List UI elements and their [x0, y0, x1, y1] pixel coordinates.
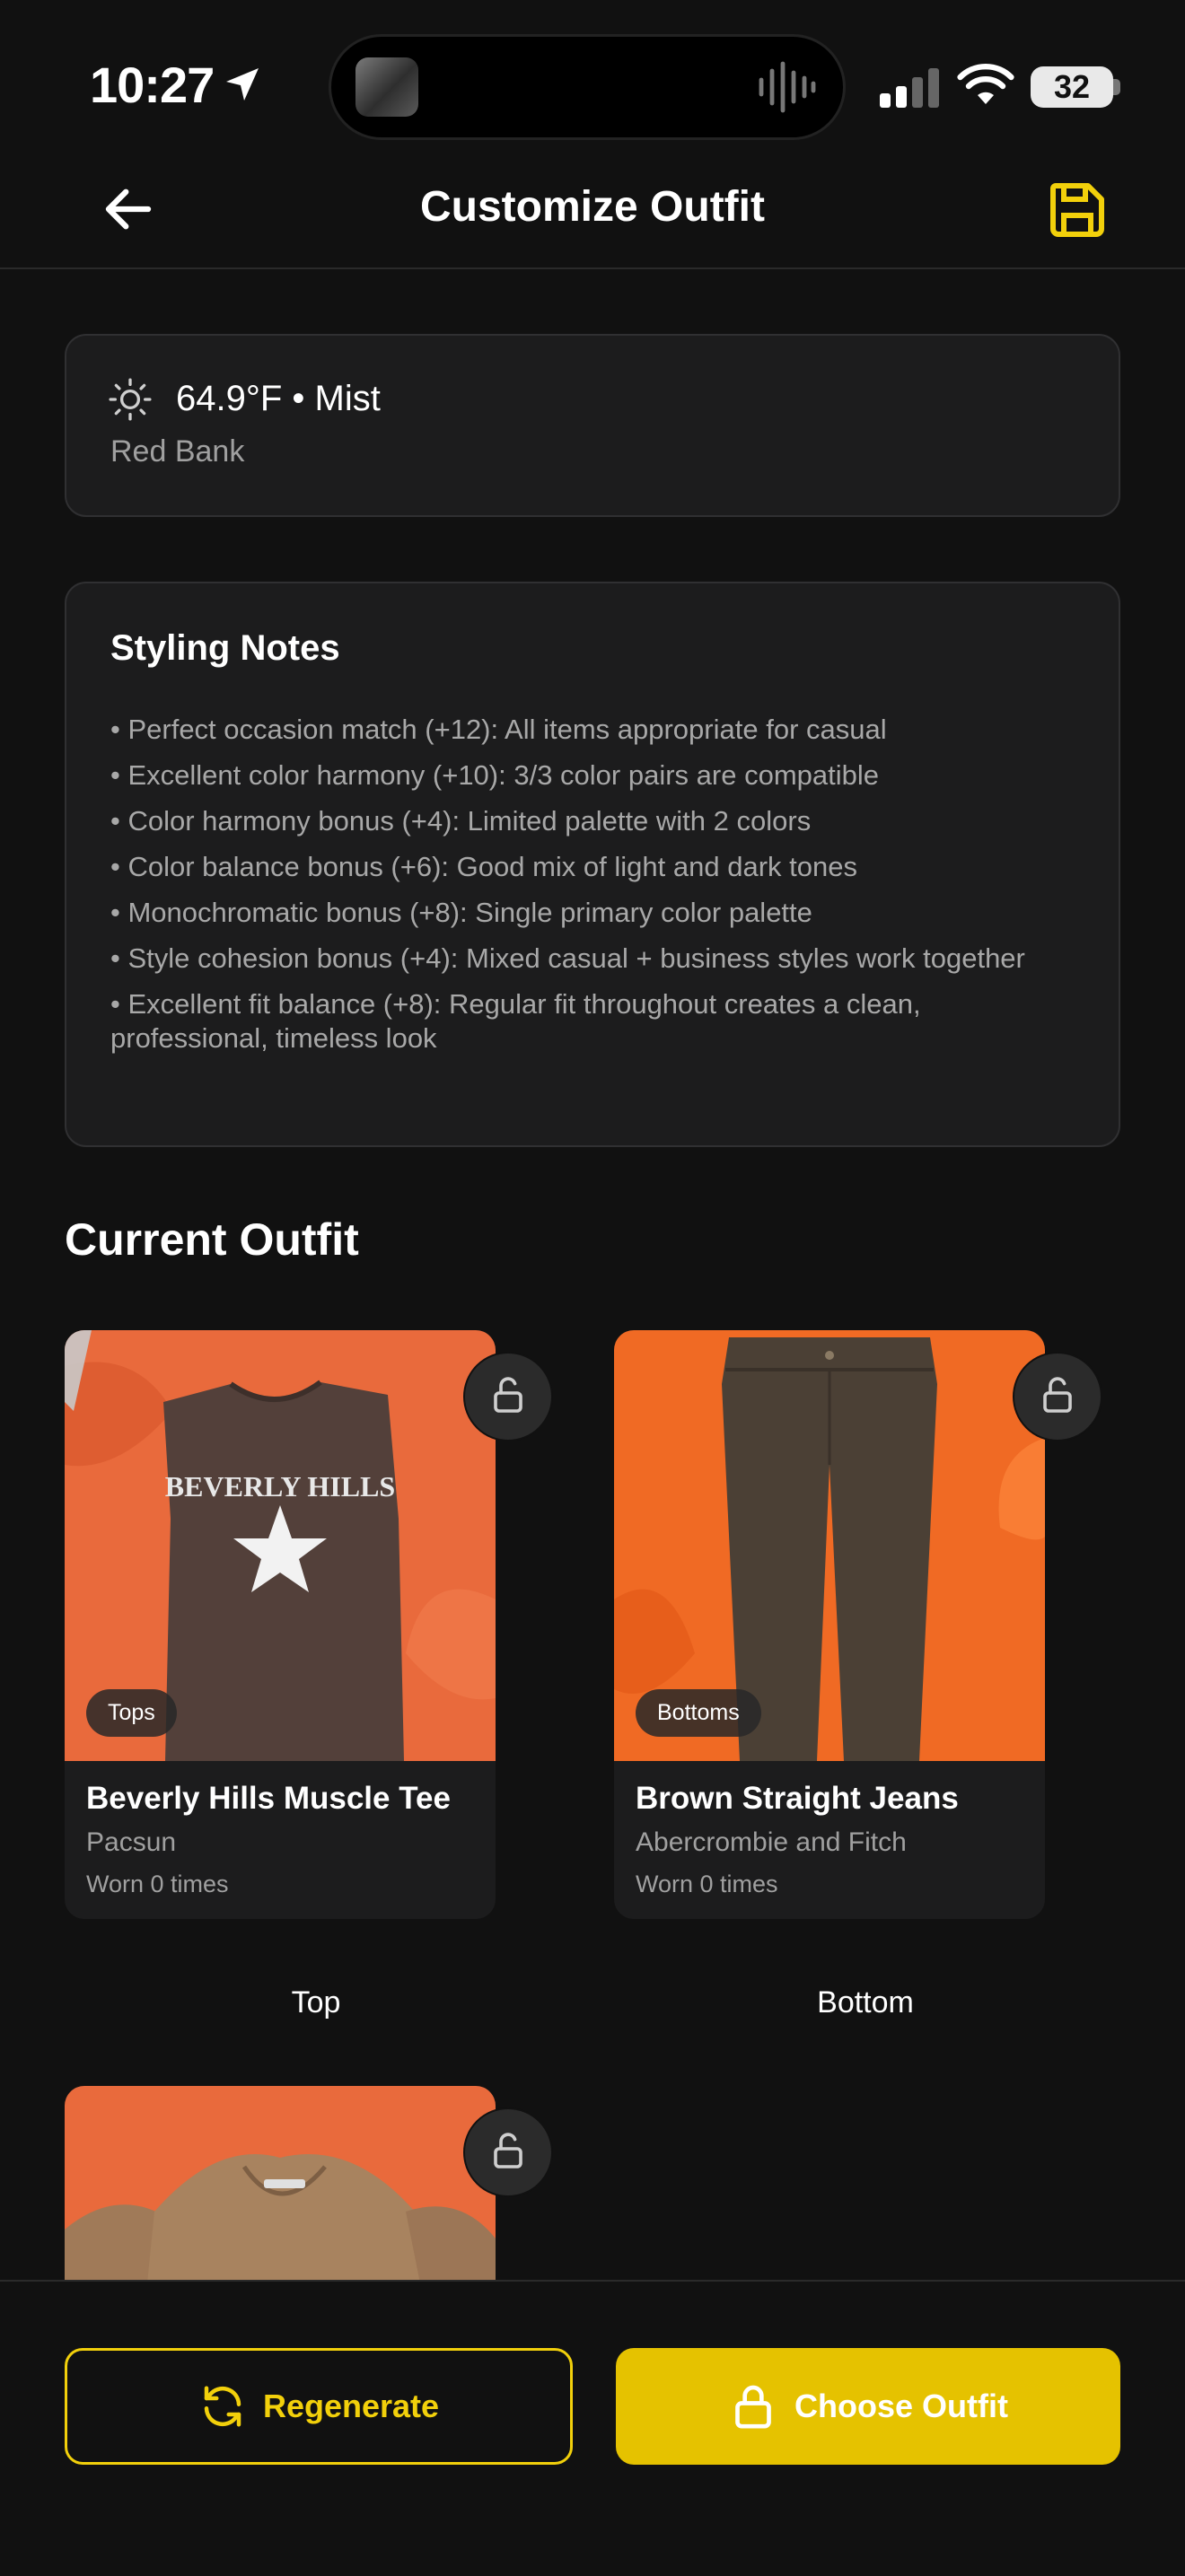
outfit-item-card-outerwear[interactable] — [65, 2086, 496, 2301]
styling-notes-title: Styling Notes — [110, 628, 340, 668]
unlock-icon — [1043, 1377, 1072, 1413]
current-outfit-title: Current Outfit — [65, 1214, 359, 1265]
slot-label-bottom: Bottom — [817, 1985, 914, 2020]
styling-note: • Color harmony bonus (+4): Limited pale… — [110, 805, 812, 837]
item-worn-count: Worn 0 times — [636, 1871, 778, 1897]
now-playing-thumbnail — [356, 57, 418, 117]
lock-item-button-top[interactable] — [463, 1352, 553, 1441]
status-time: 10:27 — [90, 57, 215, 113]
outfit-item-card-bottom[interactable]: Bottoms Brown Straight Jeans Abercrombie… — [614, 1330, 1045, 1919]
tee-print-text: BEVERLY HILLS — [165, 1470, 395, 1503]
outfit-item-card-top[interactable]: BEVERLY HILLS Tops Beverly Hills Muscle … — [65, 1330, 496, 1919]
header-divider — [0, 267, 1185, 269]
item-brand: Abercrombie and Fitch — [636, 1827, 907, 1857]
styling-notes-list: • Perfect occasion match (+12): All item… — [110, 713, 1053, 1067]
lock-icon — [735, 2385, 771, 2429]
battery-cap — [1113, 79, 1120, 95]
unlock-icon — [494, 1377, 522, 1413]
styling-note: • Excellent fit balance (+8): Regular fi… — [110, 988, 921, 1054]
weather-location: Red Bank — [110, 434, 245, 469]
regenerate-label: Regenerate — [262, 2388, 440, 2424]
unlock-icon — [494, 2133, 522, 2169]
lock-item-button-outerwear[interactable] — [463, 2107, 553, 2197]
category-tag: Tops — [86, 1689, 177, 1737]
sun-icon — [109, 378, 152, 421]
page-title: Customize Outfit — [420, 183, 765, 231]
regenerate-button[interactable]: Regenerate — [65, 2348, 573, 2465]
save-icon[interactable] — [1045, 178, 1110, 242]
cellular-signal-icon — [880, 68, 939, 108]
refresh-icon — [204, 2386, 241, 2427]
styling-note: • Style cohesion bonus (+4): Mixed casua… — [110, 942, 1025, 974]
choose-outfit-label: Choose Outfit — [794, 2388, 1008, 2424]
item-worn-count: Worn 0 times — [86, 1871, 229, 1897]
styling-note: • Color balance bonus (+6): Good mix of … — [110, 851, 857, 882]
lock-item-button-bottom[interactable] — [1013, 1352, 1102, 1441]
styling-note: • Perfect occasion match (+12): All item… — [110, 714, 887, 745]
item-name: Brown Straight Jeans — [636, 1781, 959, 1816]
item-photo-hoodie — [65, 2086, 496, 2301]
weather-card — [65, 334, 1120, 517]
category-tag: Bottoms — [636, 1689, 761, 1737]
weather-summary: 64.9°F • Mist — [176, 379, 381, 418]
styling-note: • Monochromatic bonus (+8): Single prima… — [110, 897, 812, 928]
item-brand: Pacsun — [86, 1827, 177, 1857]
choose-outfit-button[interactable]: Choose Outfit — [616, 2348, 1120, 2465]
location-arrow-icon — [226, 68, 259, 101]
slot-label-top: Top — [291, 1985, 341, 2020]
audio-waveform-icon — [759, 61, 816, 113]
item-name: Beverly Hills Muscle Tee — [86, 1781, 451, 1816]
battery-indicator: 32 — [1031, 66, 1113, 108]
styling-note: • Excellent color harmony (+10): 3/3 col… — [110, 759, 879, 791]
wifi-icon — [957, 63, 1014, 104]
